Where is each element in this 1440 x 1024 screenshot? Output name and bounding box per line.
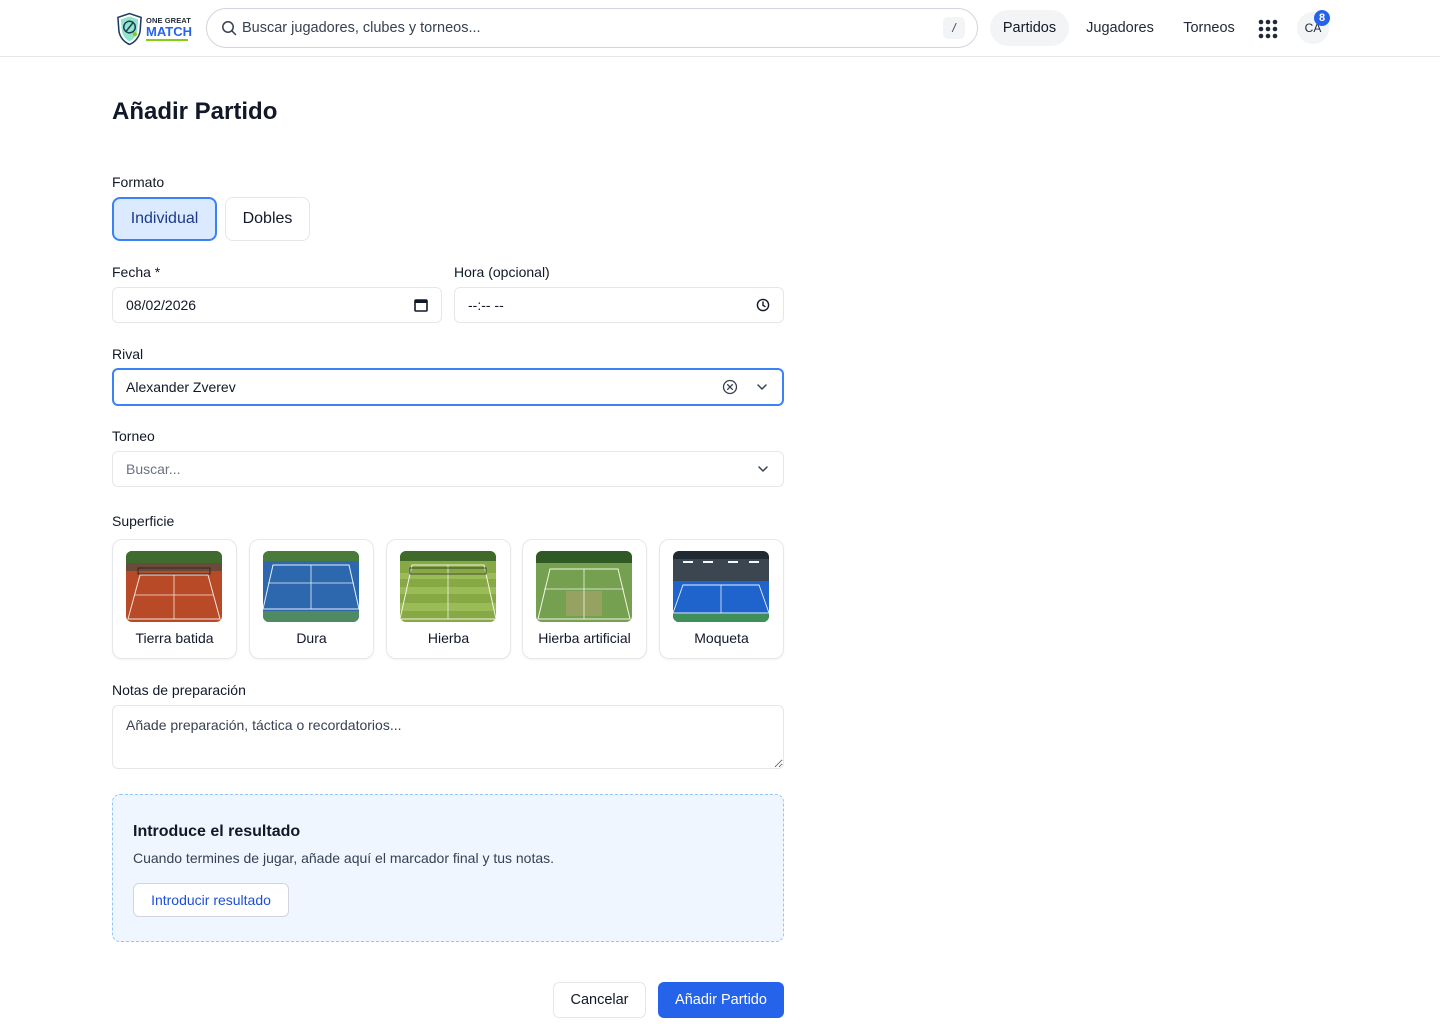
- global-search[interactable]: /: [206, 8, 978, 48]
- surface-option-grass[interactable]: Hierba: [386, 539, 511, 659]
- grid-dots-icon[interactable]: [1255, 16, 1281, 42]
- notes-textarea[interactable]: [112, 705, 784, 769]
- tournament-placeholder: Buscar...: [126, 461, 181, 477]
- time-field[interactable]: --:-- --: [454, 287, 784, 323]
- surface-option-clay[interactable]: Tierra batida: [112, 539, 237, 659]
- surface-name-artificial-grass: Hierba artificial: [538, 630, 631, 646]
- notes-label: Notas de preparación: [112, 682, 246, 698]
- result-card-title: Introduce el resultado: [133, 823, 301, 840]
- surface-option-carpet[interactable]: Moqueta: [659, 539, 784, 659]
- search-icon: [222, 21, 237, 36]
- result-prompt-card: Introduce el resultado Cuando termines d…: [112, 794, 784, 942]
- rival-value: Alexander Zverev: [126, 379, 236, 395]
- logo-text-main: MATCH: [146, 24, 192, 40]
- surface-option-hard[interactable]: Dura: [249, 539, 374, 659]
- logo-underline: [146, 39, 189, 42]
- tournament-select[interactable]: Buscar...: [112, 451, 784, 487]
- time-label: Hora (opcional): [454, 264, 550, 280]
- search-input[interactable]: [242, 20, 943, 36]
- surface-label: Superficie: [112, 513, 175, 529]
- carpet-court-image: [673, 551, 769, 622]
- rival-select[interactable]: Alexander Zverev: [112, 368, 784, 406]
- enter-result-button[interactable]: Introducir resultado: [133, 883, 289, 917]
- chevron-down-icon[interactable]: [755, 461, 771, 477]
- format-label: Formato: [112, 174, 165, 190]
- grass-court-image: [400, 551, 496, 622]
- surface-name-grass: Hierba: [427, 630, 470, 646]
- time-value: --:-- --: [468, 297, 504, 313]
- surface-option-artificial-grass[interactable]: Hierba artificial: [522, 539, 647, 659]
- result-card-description: Cuando termines de jugar, añade aquí el …: [133, 850, 555, 866]
- search-shortcut-hint: /: [943, 17, 965, 39]
- nav-torneos[interactable]: Torneos: [1173, 10, 1245, 46]
- rival-label: Rival: [112, 346, 144, 362]
- clay-court-image: [126, 551, 222, 622]
- shield-logo-icon: [117, 12, 142, 46]
- date-value: 08/02/2026: [126, 297, 197, 313]
- format-option-dobles[interactable]: Dobles: [225, 197, 310, 241]
- chevron-down-icon[interactable]: [754, 379, 770, 395]
- page-title: Añadir Partido: [112, 98, 278, 125]
- hard-court-image: [263, 551, 359, 622]
- nav-partidos[interactable]: Partidos: [990, 10, 1069, 46]
- notification-badge: 8: [1314, 10, 1330, 26]
- clock-icon[interactable]: [755, 297, 771, 313]
- app-logo[interactable]: ONE GREAT MATCH: [116, 10, 192, 48]
- artificial-grass-court-image: [536, 551, 632, 622]
- format-option-individual[interactable]: Individual: [112, 197, 217, 241]
- surface-name-carpet: Moqueta: [694, 630, 749, 646]
- surface-name-hard: Dura: [296, 630, 327, 646]
- date-label: Fecha *: [112, 264, 161, 280]
- tournament-label: Torneo: [112, 428, 155, 444]
- add-match-button[interactable]: Añadir Partido: [658, 982, 784, 1018]
- date-field[interactable]: 08/02/2026: [112, 287, 442, 323]
- clear-circle-icon[interactable]: [722, 379, 738, 395]
- calendar-icon[interactable]: [413, 297, 429, 313]
- nav-jugadores[interactable]: Jugadores: [1077, 10, 1163, 46]
- top-navigation-bar: ONE GREAT MATCH / Partidos Jugadores Tor…: [0, 0, 1440, 57]
- cancel-button[interactable]: Cancelar: [553, 982, 646, 1018]
- logo-text-top: ONE GREAT: [146, 15, 191, 25]
- surface-name-clay: Tierra batida: [135, 630, 214, 646]
